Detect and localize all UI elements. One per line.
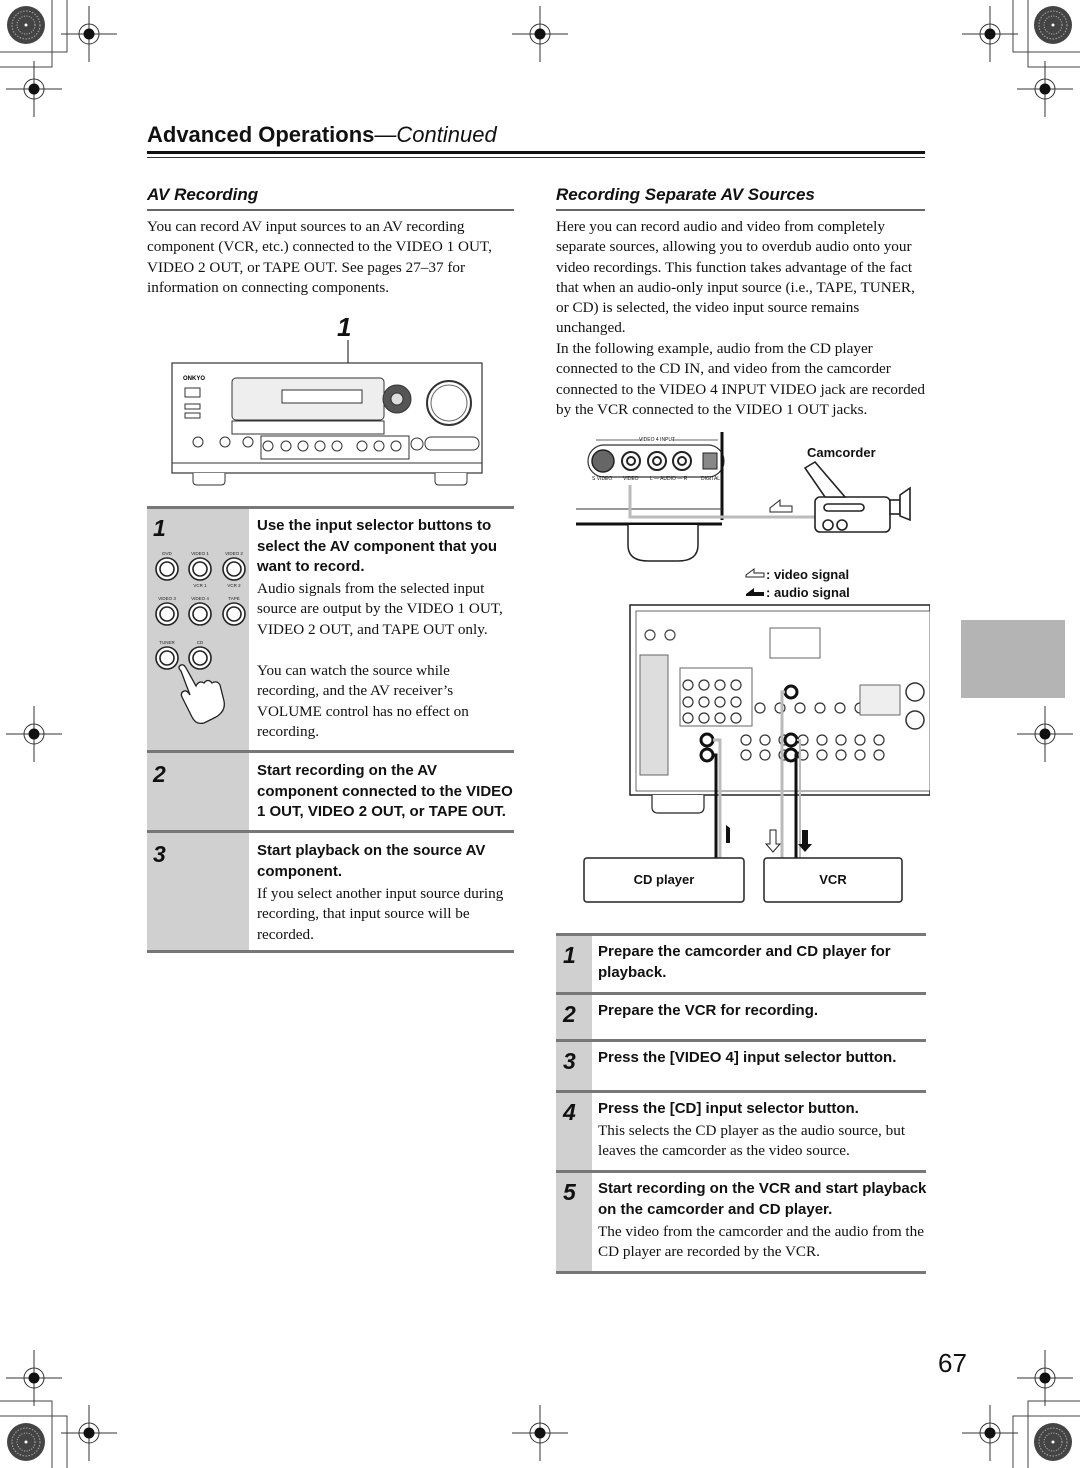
av-recording-step-1: 1 DVD VIDEO 1 VIDEO 2 VCR 1 VCR 2 VIDEO … xyxy=(147,506,514,753)
separate-step-4: 4 Press the [CD] input selector button. … xyxy=(556,1090,926,1173)
corner-mark-top-right xyxy=(961,0,1080,118)
jack-label-video: VIDEO xyxy=(623,476,639,482)
table-end-rule xyxy=(556,1271,926,1274)
separate-step-2: 2 Prepare the VCR for recording. xyxy=(556,992,926,1042)
step-heading: Prepare the camcorder and CD player for … xyxy=(598,943,891,981)
registration-mark-left xyxy=(5,705,63,763)
audio-signal-arrow-up-icon xyxy=(726,825,734,843)
connection-diagram-drawing xyxy=(576,432,930,903)
camcorder-icon xyxy=(803,460,911,533)
camcorder-label: Camcorder xyxy=(807,445,876,460)
av-recording-step-3: 3 Start playback on the source AV compon… xyxy=(147,830,514,951)
table-end-rule xyxy=(147,950,514,953)
input-selector-buttons-illustration: DVD VIDEO 1 VIDEO 2 VCR 1 VCR 2 VIDEO 3 … xyxy=(155,551,246,725)
selector-label-video3: VIDEO 3 xyxy=(158,596,176,601)
video-signal-arrow-icon xyxy=(769,498,793,513)
selector-button-tuner xyxy=(155,646,179,670)
step-number: 1 xyxy=(153,515,166,541)
separate-step-1: 1 Prepare the camcorder and CD player fo… xyxy=(556,933,926,995)
video1-out-audio-l-jack xyxy=(783,732,799,748)
header-rule xyxy=(147,151,925,154)
corner-mark-top-left xyxy=(0,0,118,118)
section-title-separate-sources: Recording Separate AV Sources xyxy=(556,185,815,204)
selector-button-tape xyxy=(222,602,246,626)
video4-input-label: VIDEO 4 INPUT xyxy=(638,437,676,443)
vcr-label: VCR xyxy=(819,872,847,887)
receiver-front-panel-illustration: ONKYO xyxy=(171,340,483,486)
page-header-title: Advanced Operations—Continued xyxy=(147,122,497,148)
step-body: This selects the CD player as the audio … xyxy=(598,1122,906,1160)
step-body: If you select another input source durin… xyxy=(257,885,504,943)
cd-in-jack-l xyxy=(699,732,715,748)
jack-label-audio: L — AUDIO — R xyxy=(650,476,688,482)
selector-button-video4 xyxy=(188,602,212,626)
separate-sources-intro-1: Here you can record audio and video from… xyxy=(556,218,915,337)
cd-player-label: CD player xyxy=(633,872,695,887)
step-heading: Use the input selector buttons to select… xyxy=(257,517,498,575)
registration-mark-bottom xyxy=(511,1404,569,1462)
step-heading: Press the [CD] input selector button. xyxy=(598,1100,859,1117)
step-number: 4 xyxy=(563,1099,576,1125)
selector-label-video2: VIDEO 2 xyxy=(225,551,243,556)
header-continued: —Continued xyxy=(374,122,497,147)
video1-out-video-jack xyxy=(783,684,799,700)
jack-label-s-video: S VIDEO xyxy=(592,476,613,482)
registration-mark-top xyxy=(511,5,569,63)
step-body: The video from the camcorder and the aud… xyxy=(598,1223,924,1261)
selector-button-cd xyxy=(188,646,212,670)
header-rule-thin xyxy=(147,157,925,158)
step-number: 3 xyxy=(153,841,166,867)
av-recording-step-2: 2 Start recording on the AV component co… xyxy=(147,750,514,833)
selector-label-tuner: TUNER xyxy=(159,640,175,645)
step-number: 1 xyxy=(563,942,576,968)
selector-button-dvd xyxy=(155,557,179,581)
selector-label-video4: VIDEO 4 xyxy=(191,596,209,601)
step-body-2: You can watch the source while recording… xyxy=(257,662,469,740)
s-video-jack xyxy=(591,449,615,473)
separate-step-3: 3 Press the [VIDEO 4] input selector but… xyxy=(556,1039,926,1093)
selector-label-vcr1: VCR 1 xyxy=(193,583,207,588)
section-rule xyxy=(556,209,925,211)
separate-step-5: 5 Start recording on the VCR and start p… xyxy=(556,1170,926,1274)
step-number: 2 xyxy=(153,761,166,787)
step-heading: Start playback on the source AV componen… xyxy=(257,842,486,880)
receiver-brand-label: ONKYO xyxy=(183,376,205,382)
selector-label-tape: TAPE xyxy=(228,596,239,601)
corner-mark-bottom-left xyxy=(0,1349,118,1468)
separate-sources-intro-2: In the following example, audio from the… xyxy=(556,340,926,418)
selector-label-dvd: DVD xyxy=(162,551,172,556)
selector-label-video1: VIDEO 1 xyxy=(191,551,209,556)
header-title-text: Advanced Operations xyxy=(147,122,375,147)
selector-button-video1 xyxy=(188,557,212,581)
connection-diagram: VIDEO 4 INPUT S VIDEO VIDEO L — AUDIO — … xyxy=(570,430,930,910)
selector-button-video2 xyxy=(222,557,246,581)
step-number: 3 xyxy=(563,1048,576,1074)
video-signal-arrow-down-icon xyxy=(764,829,782,853)
corner-mark-bottom-right xyxy=(961,1349,1080,1468)
pointing-hand-icon xyxy=(178,664,225,725)
section-title-av-recording: AV Recording xyxy=(147,185,259,204)
step-heading: Start recording on the AV component conn… xyxy=(257,762,513,820)
step-body-1: Audio signals from the selected input so… xyxy=(257,580,503,638)
legend-audio-signal: : audio signal xyxy=(766,585,850,600)
jack-label-digital: DIGITAL xyxy=(701,476,721,482)
digital-optical-jack xyxy=(702,452,718,470)
av-recording-intro: You can record AV input sources to an AV… xyxy=(147,218,492,296)
legend-video-signal: : video signal xyxy=(766,567,850,582)
cd-in-jack-r xyxy=(699,747,715,763)
selector-button-video3 xyxy=(155,602,179,626)
step-heading: Start recording on the VCR and start pla… xyxy=(598,1180,927,1218)
step-heading: Prepare the VCR for recording. xyxy=(598,1002,819,1019)
step-number: 2 xyxy=(563,1001,576,1027)
selector-label-vcr2: VCR 2 xyxy=(227,583,241,588)
step-number: 5 xyxy=(563,1179,576,1205)
chapter-side-tab xyxy=(961,620,1065,698)
section-rule xyxy=(147,209,514,211)
audio-signal-arrow-legend-icon xyxy=(746,588,764,596)
selector-label-cd: CD xyxy=(197,640,204,645)
page-number: 67 xyxy=(938,1348,967,1378)
step-heading: Press the [VIDEO 4] input selector butto… xyxy=(598,1049,897,1066)
registration-mark-right xyxy=(1016,705,1074,763)
rca-jacks xyxy=(621,451,692,471)
